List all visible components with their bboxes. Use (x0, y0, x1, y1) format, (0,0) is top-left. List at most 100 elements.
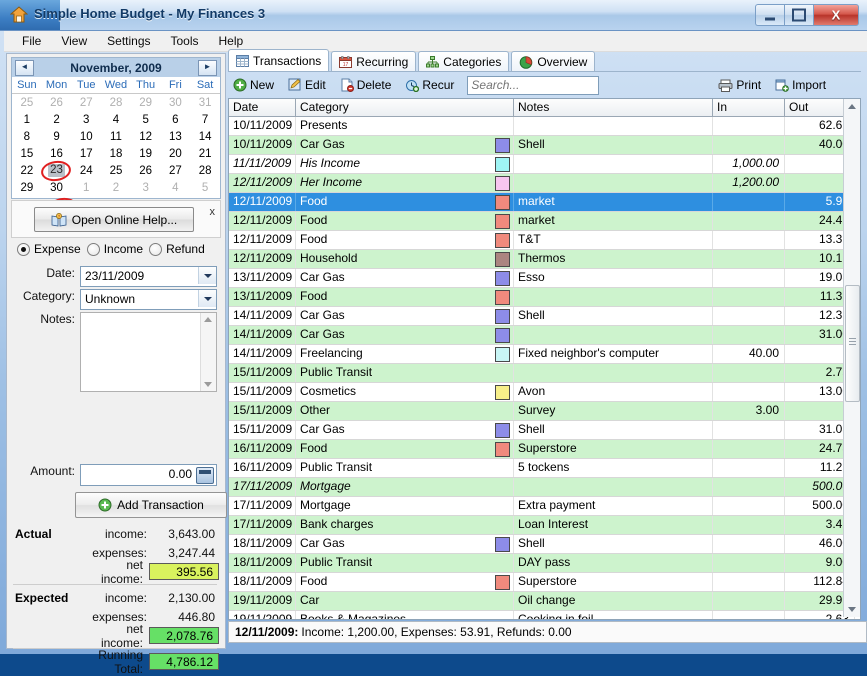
table-row[interactable]: 17/11/2009MortgageExtra payment500.00 (229, 497, 860, 516)
table-row[interactable]: 13/11/2009Car GasEsso19.03 (229, 269, 860, 288)
calendar-next-button[interactable]: ► (198, 60, 217, 76)
print-button[interactable]: Print (713, 75, 768, 95)
calendar-day-today[interactable]: 23 (42, 162, 72, 179)
calendar-day[interactable]: 20 (161, 145, 191, 162)
table-row[interactable]: 14/11/2009FreelancingFixed neighbor's co… (229, 345, 860, 364)
calendar-day[interactable]: 29 (12, 179, 42, 196)
table-row[interactable]: 18/11/2009FoodSuperstore112.84 (229, 573, 860, 592)
table-row[interactable]: 14/11/2009Car GasShell12.33 (229, 307, 860, 326)
column-header-date[interactable]: Date (229, 99, 296, 116)
menu-item-file[interactable]: File (12, 32, 51, 50)
menu-item-tools[interactable]: Tools (161, 32, 209, 50)
calendar-day[interactable]: 3 (131, 179, 161, 196)
calendar-day[interactable]: 3 (71, 111, 101, 128)
calendar-day[interactable]: 6 (161, 111, 191, 128)
table-row[interactable]: 19/11/2009Books & MagazinesCooking in fo… (229, 611, 860, 620)
new-button[interactable]: New (228, 75, 281, 95)
menu-item-settings[interactable]: Settings (97, 32, 160, 50)
calendar-day[interactable]: 28 (190, 162, 220, 179)
table-row[interactable]: 13/11/2009Food11.37 (229, 288, 860, 307)
column-header-in[interactable]: In (713, 99, 785, 116)
calendar-day[interactable]: 1 (12, 111, 42, 128)
calendar-day[interactable]: 22 (12, 162, 42, 179)
calendar-day[interactable]: 27 (71, 94, 101, 112)
scrollbar-thumb[interactable] (845, 285, 860, 402)
calendar-day[interactable]: 21 (190, 145, 220, 162)
search-input[interactable] (468, 77, 603, 94)
scroll-down-icon[interactable] (204, 382, 212, 387)
calendar-month-title[interactable]: November, 2009 (34, 61, 198, 75)
table-row[interactable]: 16/11/2009Public Transit5 tockens11.25 (229, 459, 860, 478)
calendar-day[interactable]: 24 (71, 162, 101, 179)
amount-input[interactable]: 0.00 (80, 464, 217, 486)
table-row[interactable]: 16/11/2009FoodSuperstore24.73 (229, 440, 860, 459)
calculator-icon[interactable] (196, 467, 214, 484)
table-row[interactable]: 19/11/2009CarOil change29.99 (229, 592, 860, 611)
column-header-notes[interactable]: Notes (514, 99, 713, 116)
edit-button[interactable]: Edit (283, 75, 333, 95)
calendar-day[interactable]: 13 (161, 128, 191, 145)
table-row[interactable]: 10/11/2009Presents62.62 (229, 117, 860, 136)
notes-textarea[interactable] (80, 312, 217, 392)
calendar-day[interactable]: 18 (101, 145, 131, 162)
calendar-day[interactable]: 25 (101, 162, 131, 179)
calendar-day[interactable]: 26 (42, 94, 72, 112)
table-row[interactable]: 18/11/2009Public TransitDAY pass9.00 (229, 554, 860, 573)
grid-vertical-scrollbar[interactable] (843, 99, 860, 617)
table-row[interactable]: 15/11/2009CosmeticsAvon13.00 (229, 383, 860, 402)
search-field[interactable] (467, 76, 599, 95)
add-transaction-button[interactable]: Add Transaction (75, 492, 227, 518)
table-row[interactable]: 18/11/2009Car GasShell46.00 (229, 535, 860, 554)
calendar-day[interactable]: 28 (101, 94, 131, 112)
calendar-prev-button[interactable]: ◄ (15, 60, 34, 76)
tab-overview[interactable]: Overview (511, 51, 595, 72)
date-dropdown-button[interactable] (198, 267, 216, 284)
calendar-day[interactable]: 15 (12, 145, 42, 162)
notes-scrollbar[interactable] (200, 313, 216, 391)
table-row[interactable]: 17/11/2009Mortgage500.00 (229, 478, 860, 497)
open-online-help-button[interactable]: ? Open Online Help... (34, 207, 194, 232)
table-row[interactable]: 15/11/2009Public Transit2.75 (229, 364, 860, 383)
calendar-day[interactable]: 30 (161, 94, 191, 112)
calendar-day[interactable]: 2 (42, 111, 72, 128)
calendar-day[interactable]: 19 (131, 145, 161, 162)
table-row[interactable]: 11/11/2009His Income1,000.00 (229, 155, 860, 174)
calendar-day[interactable]: 11 (101, 128, 131, 145)
import-button[interactable]: Import (770, 75, 833, 95)
calendar-day[interactable]: 4 (101, 111, 131, 128)
table-row[interactable]: 12/11/2009Foodmarket5.97 (229, 193, 860, 212)
calendar-day[interactable]: 5 (190, 179, 220, 196)
calendar-day[interactable]: 10 (71, 128, 101, 145)
calendar-day[interactable]: 2 (101, 179, 131, 196)
calendar-day[interactable]: 27 (161, 162, 191, 179)
calendar-day[interactable]: 29 (131, 94, 161, 112)
calendar-day[interactable]: 25 (12, 94, 42, 112)
minimize-button[interactable] (755, 4, 784, 26)
calendar-day[interactable]: 17 (71, 145, 101, 162)
scroll-up-icon[interactable] (204, 317, 212, 322)
table-row[interactable]: 12/11/2009HouseholdThermos10.16 (229, 250, 860, 269)
scroll-down-icon[interactable] (848, 607, 856, 612)
tab-recurring[interactable]: 17 Recurring (331, 51, 416, 72)
table-row[interactable]: 17/11/2009Bank chargesLoan Interest3.42 (229, 516, 860, 535)
calendar-day[interactable]: 4 (161, 179, 191, 196)
calendar-day[interactable]: 16 (42, 145, 72, 162)
date-input[interactable]: 23/11/2009 (80, 266, 217, 287)
table-row[interactable]: 14/11/2009Car Gas31.00 (229, 326, 860, 345)
category-select[interactable]: Unknown (80, 289, 217, 310)
table-row[interactable]: 15/11/2009OtherSurvey3.00 (229, 402, 860, 421)
table-row[interactable]: 12/11/2009Her Income1,200.00 (229, 174, 860, 193)
tab-categories[interactable]: Categories (418, 51, 509, 72)
tab-transactions[interactable]: Transactions (228, 49, 329, 72)
close-button[interactable]: X (813, 4, 859, 26)
calendar-day[interactable]: 8 (12, 128, 42, 145)
calendar-day[interactable]: 9 (42, 128, 72, 145)
calendar-day[interactable]: 30 (42, 179, 72, 196)
calendar-day[interactable]: 14 (190, 128, 220, 145)
table-row[interactable]: 12/11/2009FoodT&T13.36 (229, 231, 860, 250)
menu-item-help[interactable]: Help (209, 32, 254, 50)
table-row[interactable]: 10/11/2009Car GasShell40.00 (229, 136, 860, 155)
calendar-day[interactable]: 7 (190, 111, 220, 128)
radio-income[interactable]: Income (87, 242, 143, 256)
help-close-icon[interactable]: x (210, 206, 216, 218)
